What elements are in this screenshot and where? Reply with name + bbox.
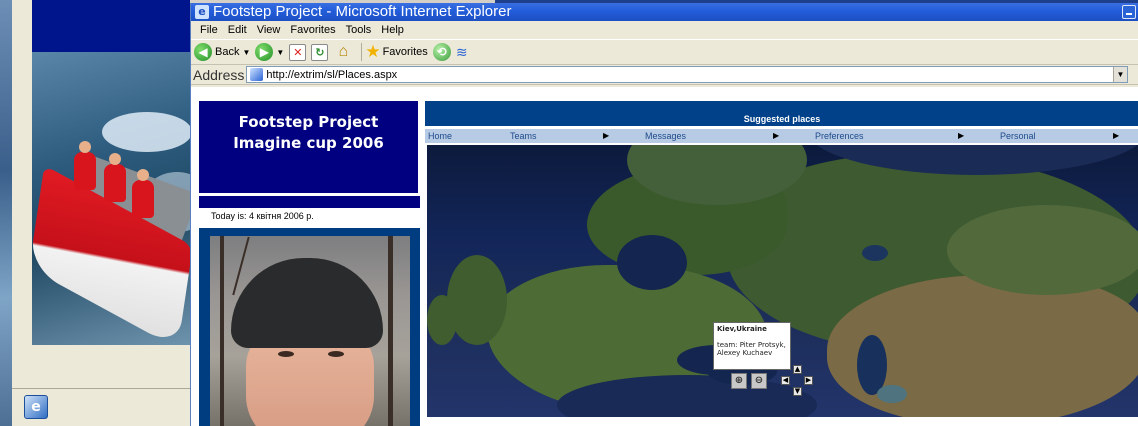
standard-toolbar: ◀ Back ▼ ▶ ▼ ✕ ↻ ⌂ ★ Favorites ⟲ ≋ — [191, 40, 1138, 65]
place-tooltip: Kiev,Ukraine team: Piter Protsyk, Alexey… — [713, 322, 791, 370]
back-label: Back — [215, 46, 240, 58]
nav-teams-arrow-icon[interactable]: ▶ — [603, 131, 609, 140]
nav-personal[interactable]: Personal — [1000, 131, 1036, 141]
background-window: e — [0, 0, 190, 426]
toolbar-separator — [361, 43, 363, 61]
address-label: Address — [193, 66, 245, 83]
address-url: http://extrim/sl/Places.aspx — [266, 68, 398, 81]
menu-bar: File Edit View Favorites Tools Help — [191, 21, 1138, 40]
home-button[interactable]: ⌂ — [333, 43, 353, 61]
pan-right-icon[interactable]: ▶ — [804, 376, 813, 385]
background-statusbar: e — [12, 388, 190, 426]
sailing-photo — [32, 52, 190, 345]
menu-edit[interactable]: Edit — [223, 24, 252, 36]
menu-file[interactable]: File — [195, 24, 223, 36]
logo-line-1: Footstep Project — [238, 113, 379, 131]
user-photo — [210, 236, 410, 426]
tooltip-title: Kiev,Ukraine — [717, 325, 767, 333]
address-input[interactable]: http://extrim/sl/Places.aspx ▼ — [246, 66, 1128, 83]
favorites-star-icon: ★ — [365, 42, 381, 61]
forward-button[interactable]: ▶ ▼ — [255, 43, 284, 61]
address-bar: Address http://extrim/sl/Places.aspx ▼ — [191, 65, 1138, 85]
address-dropdown-icon[interactable]: ▼ — [1113, 67, 1127, 82]
media-icon: ≋ — [455, 43, 468, 60]
minimize-button[interactable] — [1122, 5, 1136, 19]
logo-line-2: Imagine cup 2006 — [233, 134, 384, 152]
pan-down-icon[interactable]: ▼ — [793, 387, 802, 396]
zoom-in-icon[interactable]: ⊕ — [731, 373, 747, 389]
menu-help[interactable]: Help — [376, 24, 409, 36]
stop-icon: ✕ — [289, 43, 307, 61]
zoom-out-icon[interactable]: ⊖ — [751, 373, 767, 389]
background-banner — [32, 0, 190, 52]
today-date: Today is: 4 квітня 2006 р. — [211, 211, 314, 221]
web-page: Footstep Project Imagine cup 2006 Today … — [191, 87, 1138, 426]
back-icon: ◀ — [194, 43, 212, 61]
ie-window: e Footstep Project - Microsoft Internet … — [190, 3, 1138, 426]
pan-up-icon[interactable]: ▲ — [793, 365, 802, 374]
nav-personal-arrow-icon[interactable]: ▶ — [1113, 131, 1119, 140]
background-window-area — [12, 345, 190, 388]
favorites-button[interactable]: ★ Favorites — [365, 42, 428, 62]
history-icon: ⟲ — [432, 43, 451, 61]
menu-view[interactable]: View — [252, 24, 286, 36]
nav-preferences-arrow-icon[interactable]: ▶ — [958, 131, 964, 140]
favorites-label: Favorites — [382, 46, 428, 58]
menu-tools[interactable]: Tools — [341, 24, 377, 36]
tooltip-body: team: Piter Protsyk, Alexey Kuchaev — [717, 341, 786, 357]
nav-bar: Home Teams ▶ Messages ▶ Preferences ▶ Pe… — [425, 129, 1138, 143]
stop-button[interactable]: ✕ — [289, 43, 307, 61]
user-photo-frame — [199, 228, 420, 426]
page-header: Suggested places — [425, 101, 1138, 126]
nav-home[interactable]: Home — [428, 131, 452, 141]
forward-icon: ▶ — [255, 43, 274, 61]
logo-bottom-bar — [199, 196, 420, 208]
refresh-button[interactable]: ↻ — [311, 43, 329, 61]
forward-dropdown-icon[interactable]: ▼ — [276, 48, 284, 57]
nav-preferences[interactable]: Preferences — [815, 131, 864, 141]
window-title: Footstep Project - Microsoft Internet Ex… — [213, 3, 512, 20]
desktop-strip — [0, 0, 12, 426]
media-button[interactable]: ≋ — [456, 44, 468, 61]
home-icon: ⌂ — [338, 43, 349, 60]
back-button[interactable]: ◀ Back ▼ — [194, 43, 250, 61]
ie-page-icon[interactable]: e — [24, 395, 48, 419]
back-dropdown-icon[interactable]: ▼ — [242, 48, 250, 57]
nav-teams[interactable]: Teams — [510, 131, 537, 141]
ie-logo-icon: e — [195, 5, 209, 19]
page-icon — [250, 68, 264, 81]
pan-left-icon[interactable]: ◀ — [781, 376, 790, 385]
nav-messages-arrow-icon[interactable]: ▶ — [773, 131, 779, 140]
title-bar[interactable]: e Footstep Project - Microsoft Internet … — [191, 3, 1138, 21]
history-button[interactable]: ⟲ — [432, 43, 451, 61]
nav-messages[interactable]: Messages — [645, 131, 686, 141]
refresh-icon: ↻ — [311, 43, 329, 61]
menu-favorites[interactable]: Favorites — [285, 24, 340, 36]
site-logo[interactable]: Footstep Project Imagine cup 2006 — [199, 101, 418, 193]
europe-map[interactable]: Kiev,Ukraine team: Piter Protsyk, Alexey… — [427, 145, 1138, 417]
